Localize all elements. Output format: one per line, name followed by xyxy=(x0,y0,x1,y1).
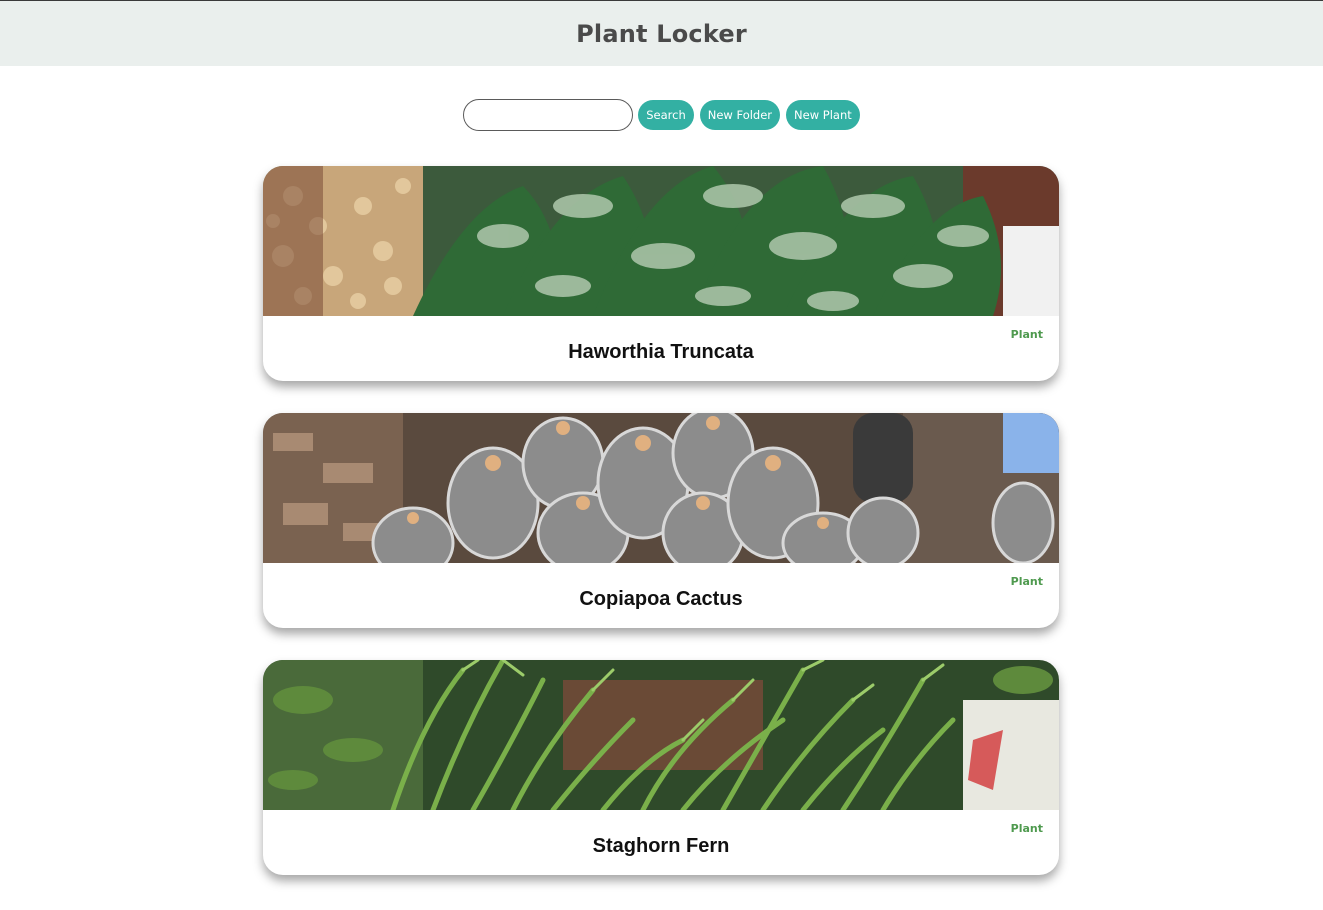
card-title: Copiapoa Cactus xyxy=(579,588,743,610)
card-title: Haworthia Truncata xyxy=(568,341,754,363)
copiapoa-cactus-photo xyxy=(263,413,1059,563)
plant-card[interactable]: Plant Copiapoa Cactus xyxy=(263,413,1059,628)
card-type-label: Plant xyxy=(1010,822,1043,835)
card-type-label: Plant xyxy=(1010,575,1043,588)
app-header: Plant Locker xyxy=(0,1,1323,66)
staghorn-fern-photo xyxy=(263,660,1059,810)
haworthia-succulent-photo xyxy=(263,166,1059,316)
card-title: Staghorn Fern xyxy=(592,835,730,857)
plant-list: Plant Haworthia Truncata Plant Copiapoa … xyxy=(263,166,1059,907)
search-button[interactable]: Search xyxy=(638,100,694,130)
search-input[interactable] xyxy=(463,99,634,131)
card-type-label: Plant xyxy=(1010,328,1043,341)
page-title: Plant Locker xyxy=(576,19,747,48)
new-folder-button[interactable]: New Folder xyxy=(699,100,781,130)
new-plant-button[interactable]: New Plant xyxy=(786,100,860,130)
plant-card[interactable]: Plant Haworthia Truncata xyxy=(263,166,1059,381)
plant-card[interactable]: Plant Staghorn Fern xyxy=(263,660,1059,875)
toolbar: Search New Folder New Plant xyxy=(0,99,1323,131)
